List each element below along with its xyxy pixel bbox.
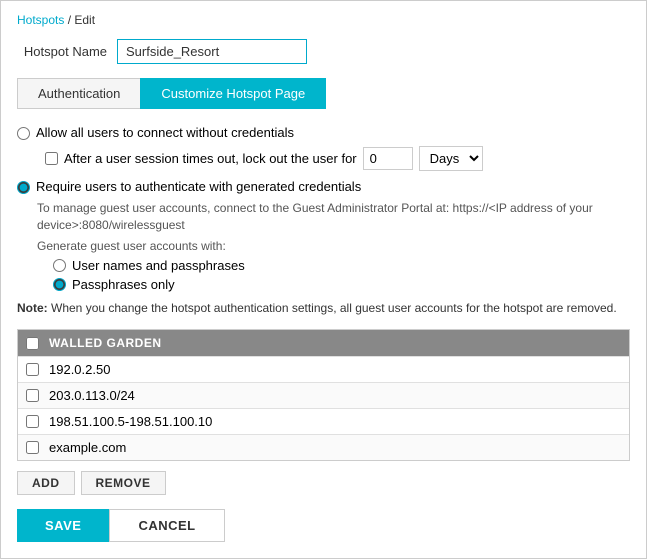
sub-option1-radio[interactable] [53,259,66,272]
table-header: WALLED GARDEN [18,330,629,356]
save-button[interactable]: SAVE [17,509,109,542]
breadcrumb-current: Edit [74,13,95,27]
table-row: 198.51.100.5-198.51.100.10 [18,408,629,434]
row-4-checkbox[interactable] [26,441,39,454]
walled-garden-table: WALLED GARDEN 192.0.2.50 203.0.113.0/24 … [17,329,630,461]
row-1-value: 192.0.2.50 [49,362,110,377]
timeout-select[interactable]: Days [419,146,483,171]
table-row: 192.0.2.50 [18,356,629,382]
tab-authentication[interactable]: Authentication [17,78,140,109]
add-button[interactable]: ADD [17,471,75,495]
note-content: When you change the hotspot authenticati… [48,301,617,315]
row-2-checkbox[interactable] [26,389,39,402]
guest-portal-info: To manage guest user accounts, connect t… [37,200,630,234]
timeout-label: After a user session times out, lock out… [64,151,357,166]
remove-button[interactable]: REMOVE [81,471,166,495]
sub-option2-row: Passphrases only [53,277,630,292]
cancel-button[interactable]: CANCEL [109,509,224,542]
table-row: example.com [18,434,629,460]
row-1-checkbox[interactable] [26,363,39,376]
timeout-checkbox[interactable] [45,152,58,165]
main-container: Hotspots / Edit Hotspot Name Authenticat… [0,0,647,559]
note-text: Note: When you change the hotspot authen… [17,300,630,317]
tabs: Authentication Customize Hotspot Page [17,78,630,109]
tab-customize-hotspot-page[interactable]: Customize Hotspot Page [140,78,326,109]
breadcrumb-hotspots-link[interactable]: Hotspots [17,13,64,27]
row-3-value: 198.51.100.5-198.51.100.10 [49,414,212,429]
row-actions: ADD REMOVE [17,471,630,495]
sub-option2-label: Passphrases only [72,277,175,292]
auth-option2-row: Require users to authenticate with gener… [17,179,630,194]
generate-label: Generate guest user accounts with: [37,238,630,255]
breadcrumb: Hotspots / Edit [17,13,630,27]
auth-option1-label: Allow all users to connect without crede… [36,125,294,140]
timeout-input[interactable] [363,147,413,170]
auth-option2-label: Require users to authenticate with gener… [36,179,361,194]
auth-option1-row: Allow all users to connect without crede… [17,125,630,140]
sub-option1-label: User names and passphrases [72,258,245,273]
breadcrumb-separator: / [64,13,74,27]
auth-option1-radio[interactable] [17,127,30,140]
table-header-label: WALLED GARDEN [49,336,162,350]
auth-option2-radio[interactable] [17,181,30,194]
hotspot-name-label: Hotspot Name [17,44,107,59]
timeout-row: After a user session times out, lock out… [45,146,630,171]
note-bold: Note: [17,301,48,315]
hotspot-name-row: Hotspot Name [17,39,630,64]
table-header-checkbox[interactable] [26,337,39,350]
footer-actions: SAVE CANCEL [17,509,630,542]
sub-option1-row: User names and passphrases [53,258,630,273]
row-3-checkbox[interactable] [26,415,39,428]
hotspot-name-input[interactable] [117,39,307,64]
table-row: 203.0.113.0/24 [18,382,629,408]
row-2-value: 203.0.113.0/24 [49,388,135,403]
sub-option2-radio[interactable] [53,278,66,291]
row-4-value: example.com [49,440,126,455]
